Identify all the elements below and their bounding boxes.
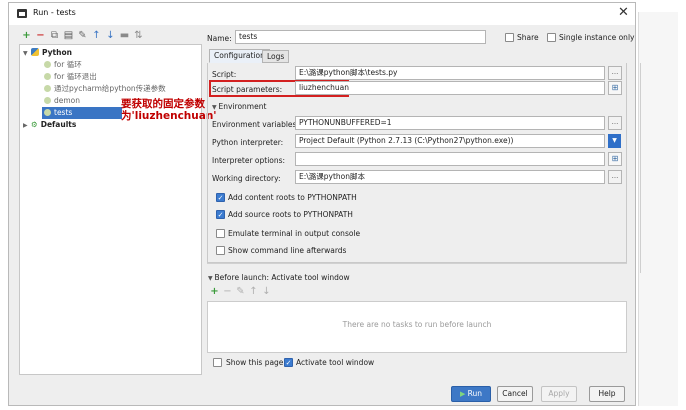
activate-tool-checkbox[interactable]: ✓ — [284, 358, 293, 367]
run-dialog: Run - tests ✕ + − ⧉ ▤ ✎ ↑ ↓ ▬ ⇅ ▼ Python … — [8, 2, 641, 406]
edit-task-icon[interactable]: ✎ — [235, 286, 246, 297]
single-instance-checkbox[interactable] — [547, 33, 556, 42]
python-file-icon — [44, 85, 51, 92]
folder-icon[interactable]: ▬ — [119, 30, 130, 41]
copy-icon[interactable]: ⧉ — [49, 30, 60, 41]
python-icon — [31, 48, 39, 56]
share-label: Share — [517, 33, 539, 42]
add-icon[interactable]: + — [21, 30, 32, 41]
cancel-button[interactable]: Cancel — [497, 386, 533, 402]
source-roots-checkbox[interactable]: ✓ — [216, 210, 225, 219]
script-params-input[interactable]: liuzhenchuan — [295, 81, 605, 95]
python-file-icon — [44, 61, 51, 68]
app-icon — [17, 9, 27, 18]
environment-header[interactable]: ▼ Environment — [212, 102, 266, 111]
tree-item-for-loop[interactable]: for 循环 — [44, 59, 82, 71]
tree-item-for-loop-exit[interactable]: for 循环退出 — [44, 71, 97, 83]
workdir-label: Working directory: — [212, 174, 281, 183]
run-icon: ▶ — [460, 390, 468, 398]
interp-opts-label: Interpreter options: — [212, 156, 286, 165]
interpreter-select[interactable]: Project Default (Python 2.7.13 (C:\Pytho… — [295, 134, 605, 148]
tree-item-python[interactable]: ▼ Python — [23, 47, 72, 59]
remove-icon[interactable]: − — [35, 30, 46, 41]
workdir-input[interactable]: E:\潞课python脚本 — [295, 170, 605, 184]
remove-task-icon[interactable]: − — [222, 286, 233, 297]
title-bar: Run - tests ✕ — [9, 3, 635, 25]
tree-item-demon[interactable]: demon — [44, 95, 80, 107]
panel-scrollbar[interactable] — [640, 63, 641, 273]
name-label: Name: — [207, 34, 232, 43]
single-instance-label: Single instance only — [559, 33, 635, 42]
wrench-icon[interactable]: ✎ — [77, 30, 88, 41]
script-params-label: Script parameters: — [212, 85, 283, 94]
script-input[interactable]: E:\潞课python脚本\tests.py — [295, 66, 605, 80]
content-roots-label: Add content roots to PYTHONPATH — [228, 193, 357, 202]
window-title: Run - tests — [33, 8, 76, 17]
task-down-icon[interactable]: ↓ — [261, 286, 272, 297]
emulate-terminal-label: Emulate terminal in output console — [228, 229, 361, 238]
task-up-icon[interactable]: ↑ — [248, 286, 259, 297]
tab-configuration[interactable]: Configuration — [209, 49, 270, 63]
browse-workdir-button[interactable]: ... — [608, 170, 622, 184]
background-window-edge — [638, 12, 678, 406]
emulate-terminal-checkbox[interactable] — [216, 229, 225, 238]
activate-tool-label: Activate tool window — [296, 358, 375, 367]
empty-tasks-text: There are no tasks to run before launch — [342, 320, 492, 329]
env-vars-input[interactable]: PYTHONUNBUFFERED=1 — [295, 116, 605, 130]
content-roots-checkbox[interactable]: ✓ — [216, 193, 225, 202]
python-file-icon — [44, 73, 51, 80]
save-icon[interactable]: ▤ — [63, 30, 74, 41]
show-page-label: Show this page — [226, 358, 284, 367]
sort-icon[interactable]: ⇅ — [133, 30, 144, 41]
help-button[interactable]: Help — [589, 386, 625, 402]
name-input[interactable]: tests — [235, 30, 486, 44]
tree-item-tests[interactable]: tests — [42, 107, 122, 119]
defaults-icon: ⚙ — [31, 120, 38, 129]
show-cmdline-label: Show command line afterwards — [228, 246, 347, 255]
red-annotation: 要获取的固定参数为'liuzhenchuan' — [121, 98, 217, 122]
divider — [207, 263, 627, 264]
collapse-icon[interactable]: ▼ — [23, 48, 31, 60]
browse-script-button[interactable]: ... — [608, 66, 622, 80]
configuration-tree: ▼ Python for 循环 for 循环退出 通过pycharm给python… — [19, 44, 202, 375]
before-launch-header[interactable]: ▼ Before launch: Activate tool window — [208, 273, 350, 282]
share-checkbox[interactable] — [505, 33, 514, 42]
interpreter-label: Python interpreter: — [212, 138, 284, 147]
tree-item-defaults[interactable]: ▶ ⚙ Defaults — [23, 119, 76, 131]
expand-icon[interactable]: ▶ — [23, 120, 31, 132]
python-file-icon — [44, 109, 51, 116]
expand-opts-button[interactable]: ⊞ — [608, 152, 622, 166]
edit-env-vars-button[interactable]: ... — [608, 116, 622, 130]
interp-opts-input[interactable] — [295, 152, 605, 166]
expand-params-button[interactable]: ⊞ — [608, 81, 622, 95]
script-label: Script: — [212, 70, 237, 79]
apply-button[interactable]: Apply — [541, 386, 577, 402]
chevron-down-icon[interactable]: ▼ — [608, 134, 621, 148]
source-roots-label: Add source roots to PYTHONPATH — [228, 210, 353, 219]
show-page-checkbox[interactable] — [213, 358, 222, 367]
add-task-icon[interactable]: + — [209, 286, 220, 297]
tab-logs[interactable]: Logs — [262, 50, 290, 63]
before-launch-task-list[interactable]: There are no tasks to run before launch — [207, 301, 627, 353]
close-icon[interactable]: ✕ — [618, 5, 629, 20]
tree-item-pass-params[interactable]: 通过pycharm给python传递参数 — [44, 83, 166, 95]
move-up-icon[interactable]: ↑ — [91, 30, 102, 41]
run-button[interactable]: ▶ Run — [451, 386, 491, 402]
python-file-icon — [44, 97, 51, 104]
move-down-icon[interactable]: ↓ — [105, 30, 116, 41]
env-vars-label: Environment variables: — [212, 120, 299, 129]
show-cmdline-checkbox[interactable] — [216, 246, 225, 255]
